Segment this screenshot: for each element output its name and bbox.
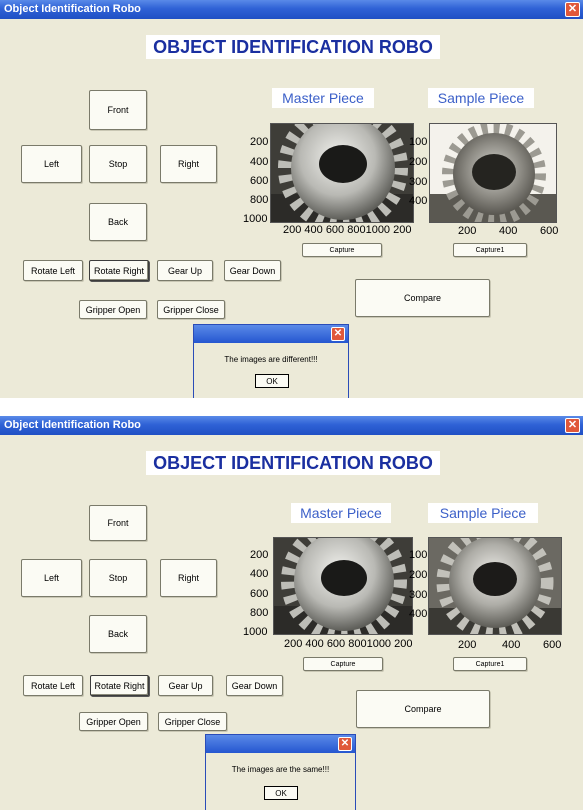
ok-button[interactable]: OK bbox=[264, 786, 298, 800]
gear-image bbox=[429, 538, 561, 634]
gripper-close-button[interactable]: Gripper Close bbox=[158, 712, 227, 731]
page-heading: OBJECT IDENTIFICATION ROBO bbox=[146, 451, 440, 475]
result-dialog: ✕ The images are different!!! OK bbox=[193, 324, 349, 398]
right-button[interactable]: Right bbox=[160, 559, 217, 597]
sample-x-tick: 200 bbox=[458, 639, 477, 651]
master-y-tick: 800 bbox=[250, 607, 269, 619]
sample-piece-label: Sample Piece bbox=[428, 88, 534, 108]
sample-piece-label: Sample Piece bbox=[428, 503, 538, 523]
right-button[interactable]: Right bbox=[160, 145, 217, 183]
title-bar: Object Identification Robo ✕ bbox=[0, 416, 583, 435]
sample-y-tick: 400 bbox=[409, 608, 428, 620]
sample-piece-image bbox=[428, 537, 562, 635]
dialog-message: The images are the same!!! bbox=[231, 765, 330, 774]
window-title: Object Identification Robo bbox=[4, 419, 141, 431]
capture-button[interactable]: Capture bbox=[302, 243, 382, 257]
master-y-tick: 1000 bbox=[243, 626, 268, 638]
back-button[interactable]: Back bbox=[89, 203, 147, 241]
master-y-tick: 400 bbox=[250, 568, 269, 580]
top-window: Object Identification Robo ✕ OBJECT IDEN… bbox=[0, 0, 583, 398]
sample-y-tick: 200 bbox=[409, 156, 428, 168]
gripper-open-button[interactable]: Gripper Open bbox=[79, 712, 148, 731]
sample-x-tick: 400 bbox=[502, 639, 521, 651]
gear-image bbox=[274, 538, 412, 634]
close-icon[interactable]: ✕ bbox=[565, 2, 580, 17]
front-button[interactable]: Front bbox=[89, 505, 147, 541]
capture1-button[interactable]: Capture1 bbox=[453, 243, 527, 257]
sample-x-tick: 600 bbox=[543, 639, 562, 651]
master-y-tick: 1000 bbox=[243, 213, 268, 225]
bottom-window: Object Identification Robo ✕ OBJECT IDEN… bbox=[0, 416, 583, 810]
capture-button[interactable]: Capture bbox=[303, 657, 383, 671]
rotate-right-button[interactable]: Rotate Right bbox=[89, 260, 149, 281]
master-y-tick: 600 bbox=[250, 175, 269, 187]
gear-down-button[interactable]: Gear Down bbox=[226, 675, 283, 696]
rotate-left-button[interactable]: Rotate Left bbox=[23, 260, 83, 281]
page-heading: OBJECT IDENTIFICATION ROBO bbox=[146, 35, 440, 59]
master-y-tick: 800 bbox=[250, 194, 269, 206]
compare-button[interactable]: Compare bbox=[356, 690, 490, 728]
sample-y-tick: 100 bbox=[409, 549, 428, 561]
rotate-left-button[interactable]: Rotate Left bbox=[23, 675, 83, 696]
sample-y-tick: 300 bbox=[409, 176, 428, 188]
left-button[interactable]: Left bbox=[21, 559, 82, 597]
rotate-right-button[interactable]: Rotate Right bbox=[90, 675, 149, 696]
master-x-ticks: 200 400 600 8001000 200 bbox=[283, 224, 412, 236]
close-icon[interactable]: ✕ bbox=[338, 737, 352, 751]
title-bar: Object Identification Robo ✕ bbox=[0, 0, 583, 19]
ok-button[interactable]: OK bbox=[255, 374, 289, 388]
master-y-tick: 200 bbox=[250, 136, 269, 148]
dialog-title-bar: ✕ bbox=[194, 325, 348, 343]
gear-image bbox=[271, 124, 413, 222]
gear-image bbox=[430, 124, 556, 222]
sample-piece-image bbox=[429, 123, 557, 223]
sample-x-tick: 200 bbox=[458, 225, 477, 237]
master-x-ticks: 200 400 600 8001000 200 bbox=[284, 638, 413, 650]
window-title: Object Identification Robo bbox=[4, 3, 141, 15]
gear-down-button[interactable]: Gear Down bbox=[224, 260, 281, 281]
stop-button[interactable]: Stop bbox=[89, 145, 147, 183]
sample-y-tick: 400 bbox=[409, 195, 428, 207]
sample-y-tick: 300 bbox=[409, 589, 428, 601]
result-dialog: ✕ The images are the same!!! OK bbox=[205, 734, 356, 810]
dialog-title-bar: ✕ bbox=[206, 735, 355, 753]
compare-button[interactable]: Compare bbox=[355, 279, 490, 317]
sample-x-tick: 600 bbox=[540, 225, 559, 237]
capture1-button[interactable]: Capture1 bbox=[453, 657, 527, 671]
close-icon[interactable]: ✕ bbox=[565, 418, 580, 433]
stop-button[interactable]: Stop bbox=[89, 559, 147, 597]
sample-y-tick: 200 bbox=[409, 569, 428, 581]
left-button[interactable]: Left bbox=[21, 145, 82, 183]
front-button[interactable]: Front bbox=[89, 90, 147, 130]
sample-x-tick: 400 bbox=[499, 225, 518, 237]
master-piece-image bbox=[273, 537, 413, 635]
gripper-open-button[interactable]: Gripper Open bbox=[79, 300, 147, 319]
master-piece-label: Master Piece bbox=[291, 503, 391, 523]
sample-y-tick: 100 bbox=[409, 136, 428, 148]
master-y-tick: 400 bbox=[250, 156, 269, 168]
master-piece-label: Master Piece bbox=[272, 88, 374, 108]
gear-up-button[interactable]: Gear Up bbox=[158, 675, 213, 696]
close-icon[interactable]: ✕ bbox=[331, 327, 345, 341]
master-y-tick: 200 bbox=[250, 549, 269, 561]
gripper-close-button[interactable]: Gripper Close bbox=[157, 300, 225, 319]
back-button[interactable]: Back bbox=[89, 615, 147, 653]
master-y-tick: 600 bbox=[250, 588, 269, 600]
dialog-message: The images are different!!! bbox=[224, 355, 318, 364]
gear-up-button[interactable]: Gear Up bbox=[157, 260, 213, 281]
master-piece-image bbox=[270, 123, 414, 223]
